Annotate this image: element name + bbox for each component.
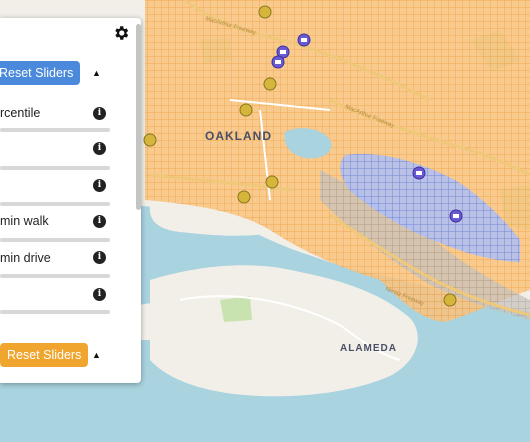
- info-icon[interactable]: i: [93, 251, 106, 264]
- slider-track[interactable]: [0, 202, 110, 206]
- info-icon[interactable]: i: [93, 142, 106, 155]
- place-label-alameda: ALAMEDA: [340, 343, 397, 354]
- slider-row-label: rcentile: [0, 106, 41, 120]
- marker-purple[interactable]: [297, 33, 311, 47]
- marker-yellow[interactable]: [237, 190, 251, 204]
- info-icon[interactable]: i: [93, 215, 106, 228]
- gear-icon[interactable]: [112, 24, 130, 42]
- marker-yellow[interactable]: [443, 293, 457, 307]
- slider-track[interactable]: [0, 238, 110, 242]
- info-icon[interactable]: i: [93, 107, 106, 120]
- info-icon[interactable]: i: [93, 179, 106, 192]
- marker-yellow[interactable]: [263, 77, 277, 91]
- reset-sliders-button[interactable]: Reset Sliders: [0, 61, 81, 85]
- slider-track[interactable]: [0, 166, 110, 170]
- caret-up-icon[interactable]: ▲: [92, 350, 101, 360]
- place-label-oakland: OAKLAND: [205, 129, 272, 143]
- marker-yellow[interactable]: [143, 133, 157, 147]
- marker-purple[interactable]: [271, 55, 285, 69]
- marker-purple[interactable]: [412, 166, 426, 180]
- caret-up-icon[interactable]: ▲: [92, 68, 101, 78]
- marker-yellow[interactable]: [265, 175, 279, 189]
- slider-track[interactable]: [0, 128, 110, 132]
- info-icon[interactable]: i: [93, 288, 106, 301]
- marker-yellow[interactable]: [239, 103, 253, 117]
- slider-row-label: min drive: [0, 251, 51, 265]
- reset-sliders-button[interactable]: Reset Sliders: [0, 343, 89, 367]
- marker-purple[interactable]: [449, 209, 463, 223]
- marker-yellow[interactable]: [258, 5, 272, 19]
- park-area: [220, 296, 252, 322]
- slider-row-label: min walk: [0, 214, 49, 228]
- slider-track[interactable]: [0, 274, 110, 278]
- slider-track[interactable]: [0, 310, 110, 314]
- slider-panel: Reset Sliders ▲ rcentile i i i min walk …: [0, 18, 141, 383]
- panel-scrollbar[interactable]: [136, 24, 141, 210]
